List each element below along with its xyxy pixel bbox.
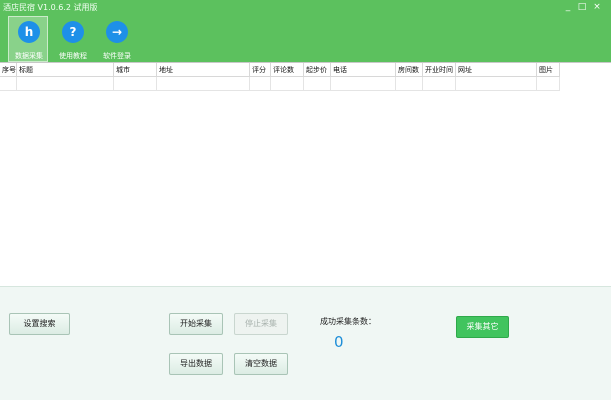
toolbar-label: 软件登录 bbox=[103, 52, 131, 60]
grid-header: 序号 标题 城市 地址 评分 评论数 起步价 电话 房间数 开业时间 网址 图片 bbox=[0, 63, 560, 77]
column-header-title[interactable]: 标题 bbox=[17, 63, 114, 77]
success-count-value: 0 bbox=[334, 333, 344, 351]
data-grid[interactable]: 序号 标题 城市 地址 评分 评论数 起步价 电话 房间数 开业时间 网址 图片 bbox=[0, 62, 611, 286]
column-header-phone[interactable]: 电话 bbox=[331, 63, 396, 77]
start-collect-button[interactable]: 开始采集 bbox=[169, 313, 223, 335]
table-cell bbox=[250, 77, 271, 91]
arrow-right-icon: → bbox=[106, 21, 128, 43]
close-button[interactable]: × bbox=[590, 1, 604, 13]
toolbar-data-collect[interactable]: h 数据采集 bbox=[8, 16, 48, 62]
title-bar: 酒店民宿 V1.0.6.2 试用版 _ □ × h 数据采集 ? 使用教程 → … bbox=[0, 0, 611, 62]
table-cell bbox=[331, 77, 396, 91]
collect-other-button[interactable]: 采集其它 bbox=[456, 316, 509, 338]
column-header-rating[interactable]: 评分 bbox=[250, 63, 271, 77]
success-count-label: 成功采集条数： bbox=[320, 317, 376, 326]
app-title: 酒店民宿 V1.0.6.2 试用版 bbox=[3, 3, 98, 12]
column-header-start-price[interactable]: 起步价 bbox=[304, 63, 331, 77]
column-header-reviews[interactable]: 评论数 bbox=[271, 63, 304, 77]
maximize-button[interactable]: □ bbox=[575, 1, 589, 13]
table-cell bbox=[456, 77, 537, 91]
control-panel: 设置搜索 开始采集 停止采集 导出数据 清空数据 成功采集条数： 0 采集其它 bbox=[0, 286, 611, 400]
table-cell bbox=[114, 77, 157, 91]
stop-collect-button[interactable]: 停止采集 bbox=[234, 313, 288, 335]
table-cell bbox=[396, 77, 423, 91]
export-data-button[interactable]: 导出数据 bbox=[169, 353, 223, 375]
table-row[interactable] bbox=[0, 77, 560, 91]
column-header-opening-date[interactable]: 开业时间 bbox=[423, 63, 456, 77]
column-header-rooms[interactable]: 房间数 bbox=[396, 63, 423, 77]
table-cell bbox=[0, 77, 17, 91]
table-cell bbox=[423, 77, 456, 91]
column-header-address[interactable]: 地址 bbox=[157, 63, 250, 77]
table-cell bbox=[304, 77, 331, 91]
clear-data-button[interactable]: 清空数据 bbox=[234, 353, 288, 375]
toolbar-tutorial[interactable]: ? 使用教程 bbox=[52, 16, 92, 62]
toolbar-login[interactable]: → 软件登录 bbox=[96, 16, 136, 62]
column-header-image[interactable]: 图片 bbox=[537, 63, 560, 77]
minimize-button[interactable]: _ bbox=[561, 1, 575, 13]
table-cell bbox=[17, 77, 114, 91]
column-header-city[interactable]: 城市 bbox=[114, 63, 157, 77]
column-header-index[interactable]: 序号 bbox=[0, 63, 17, 77]
question-icon: ? bbox=[62, 21, 84, 43]
table-cell bbox=[157, 77, 250, 91]
settings-search-button[interactable]: 设置搜索 bbox=[9, 313, 70, 335]
table-cell bbox=[537, 77, 560, 91]
h-logo-icon: h bbox=[18, 21, 40, 43]
table-cell bbox=[271, 77, 304, 91]
column-header-website[interactable]: 网址 bbox=[456, 63, 537, 77]
